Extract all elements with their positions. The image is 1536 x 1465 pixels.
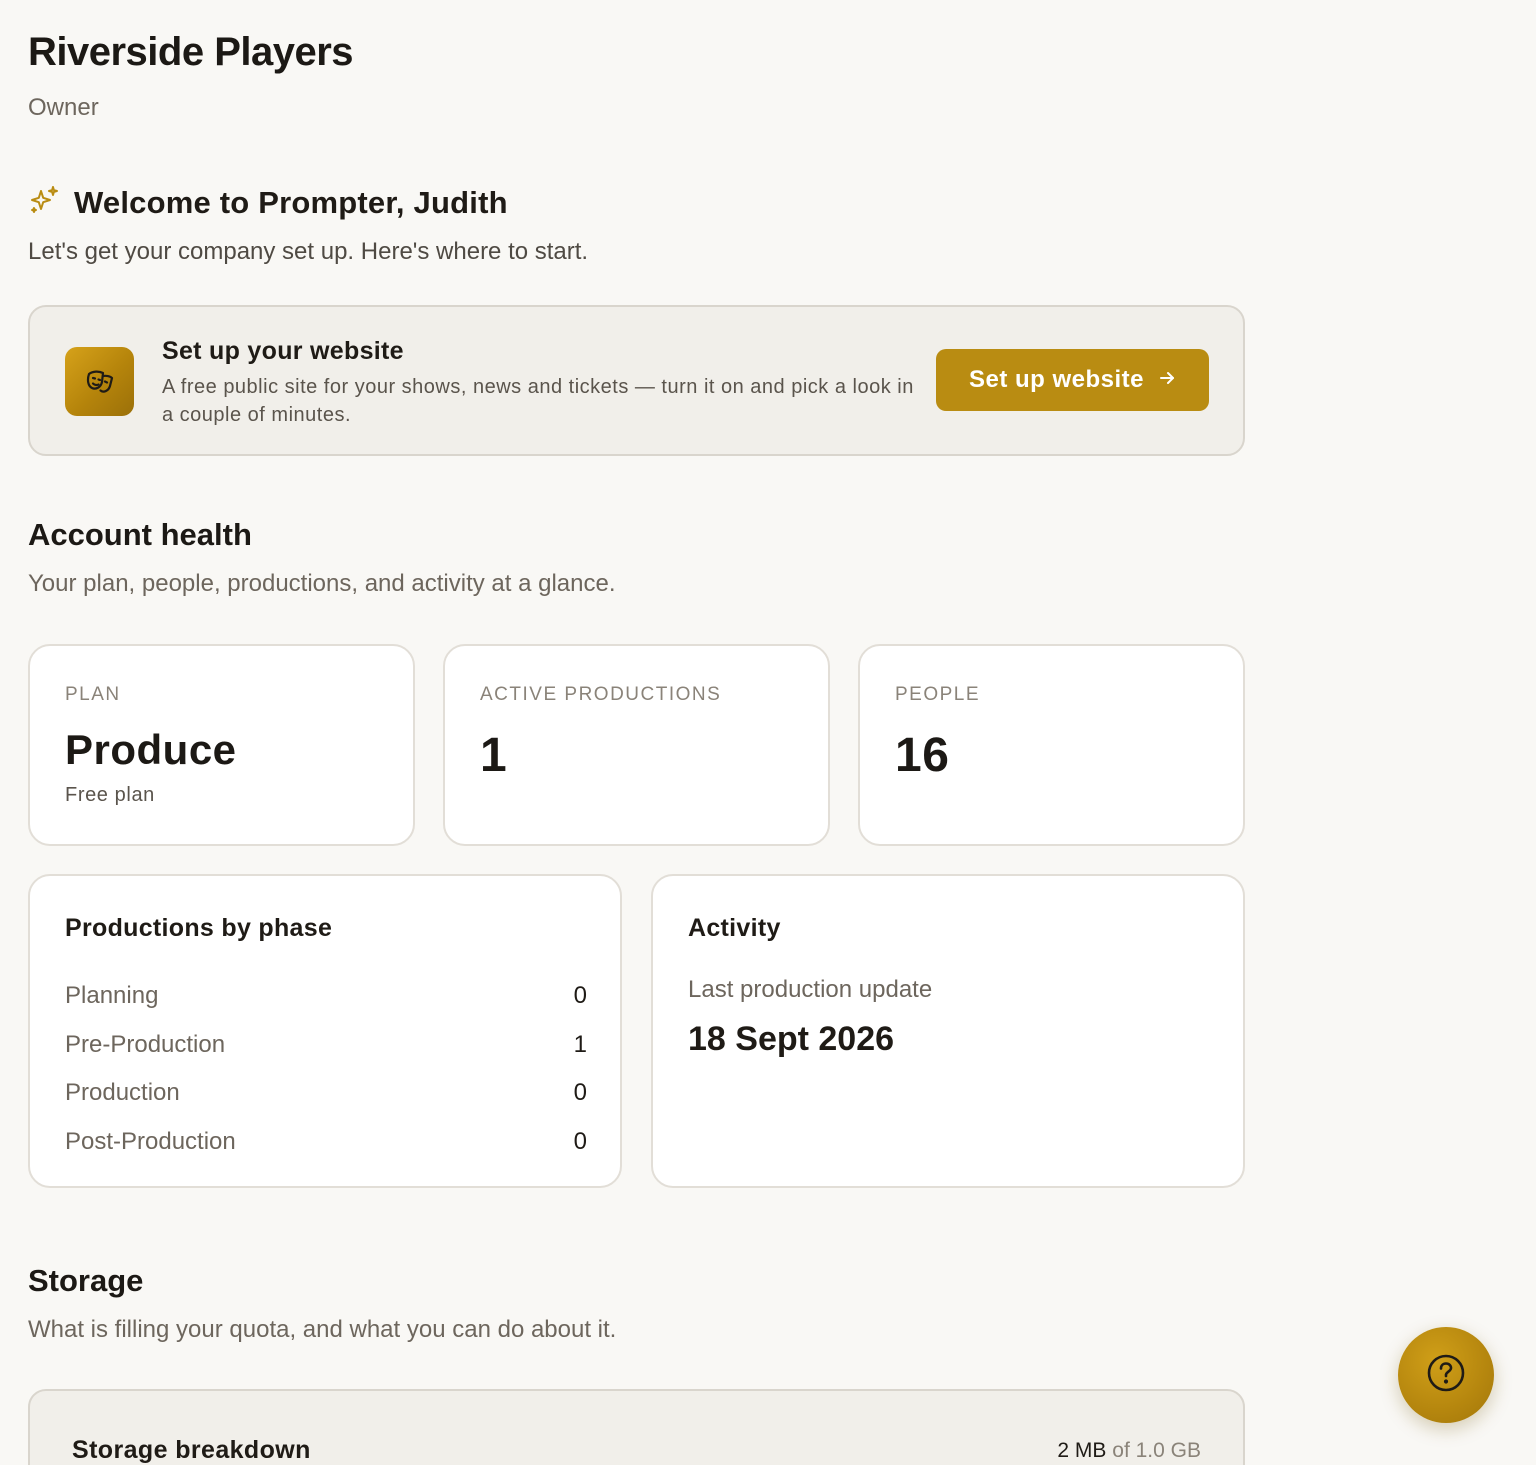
last-update-value: 18 Sept 2026 (688, 1020, 895, 1058)
active-productions-label: ACTIVE PRODUCTIONS (480, 684, 722, 705)
account-health-subtitle: Your plan, people, productions, and acti… (28, 570, 616, 597)
help-circle-icon (1425, 1352, 1467, 1399)
plan-sub: Free plan (65, 784, 155, 806)
welcome-subtitle: Let's get your company set up. Here's wh… (28, 238, 589, 265)
productions-by-phase-title: Productions by phase (65, 914, 333, 942)
setup-website-button[interactable]: Set up website (936, 349, 1209, 411)
storage-quota: 1.0 GB (1135, 1439, 1201, 1462)
welcome-heading: Welcome to Prompter, Judith (28, 184, 508, 221)
dashboard-page: Riverside Players Owner Welcome to Promp… (0, 0, 1536, 1465)
plan-value: Produce (65, 726, 237, 773)
setup-website-button-label: Set up website (968, 366, 1145, 393)
account-health-title: Account health (28, 517, 252, 552)
phase-count: 0 (573, 1079, 587, 1107)
phase-row-pre-production: Pre-Production 1 (65, 1021, 587, 1070)
phase-name: Post-Production (65, 1127, 236, 1155)
website-card-title: Set up your website (162, 337, 404, 365)
storage-title: Storage (28, 1263, 144, 1298)
arrow-right-icon (1158, 367, 1176, 393)
phase-count: 1 (573, 1030, 587, 1058)
phase-list: Planning 0 Pre-Production 1 Production 0… (65, 972, 587, 1166)
theater-masks-icon (65, 347, 134, 416)
phase-name: Planning (65, 982, 159, 1010)
phase-row-post-production: Post-Production 0 (65, 1118, 587, 1167)
help-button[interactable] (1398, 1327, 1494, 1423)
storage-breakdown-card: Storage breakdown 2 MB of 1.0 GB (28, 1389, 1245, 1465)
storage-used: 2 MB (1057, 1439, 1107, 1462)
phase-row-planning: Planning 0 (65, 972, 587, 1021)
activity-panel: Activity Last production update 18 Sept … (651, 874, 1245, 1188)
productions-by-phase-panel: Productions by phase Planning 0 Pre-Prod… (28, 874, 622, 1188)
website-card-description: A free public site for your shows, news … (162, 376, 914, 426)
phase-row-production: Production 0 (65, 1069, 587, 1118)
phase-count: 0 (573, 1127, 587, 1155)
active-productions-card: ACTIVE PRODUCTIONS 1 (443, 644, 830, 846)
people-value: 16 (895, 729, 950, 782)
active-productions-value: 1 (480, 729, 508, 782)
user-role: Owner (28, 94, 99, 121)
plan-card: PLAN Produce Free plan (28, 644, 415, 846)
plan-label: PLAN (65, 684, 121, 705)
storage-usage: 2 MB of 1.0 GB (1057, 1439, 1201, 1463)
phase-count: 0 (573, 982, 587, 1010)
storage-breakdown-title: Storage breakdown (72, 1436, 311, 1464)
website-setup-card: Set up your website A free public site f… (28, 305, 1245, 456)
phase-name: Pre-Production (65, 1030, 226, 1058)
people-label: PEOPLE (895, 684, 981, 705)
people-card: PEOPLE 16 (858, 644, 1245, 846)
sparkles-icon (28, 184, 60, 221)
storage-subtitle: What is filling your quota, and what you… (28, 1316, 617, 1343)
activity-title: Activity (688, 914, 781, 942)
last-update-label: Last production update (688, 976, 933, 1003)
company-name: Riverside Players (28, 30, 354, 74)
storage-of: of (1112, 1439, 1130, 1462)
phase-name: Production (65, 1079, 180, 1107)
welcome-title: Welcome to Prompter, Judith (74, 184, 508, 220)
